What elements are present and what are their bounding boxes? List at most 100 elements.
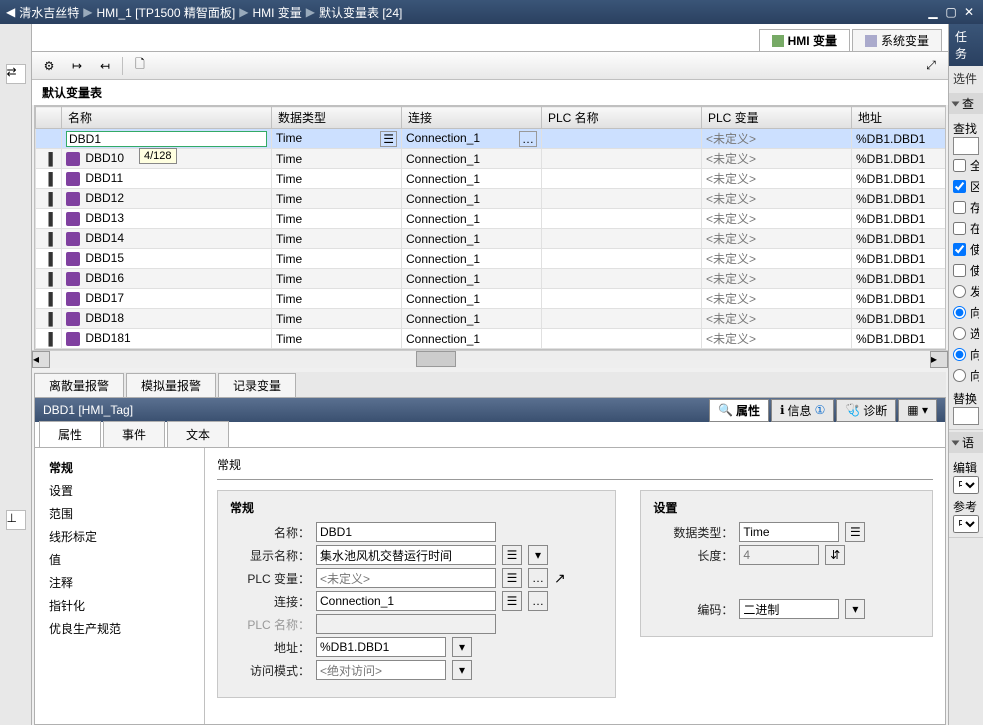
cell-conn[interactable]: Connection_1 … xyxy=(402,129,542,149)
lang-section-head[interactable]: 语 xyxy=(949,432,983,453)
cell-conn[interactable]: Connection_1 xyxy=(402,269,542,289)
cell-plcvar[interactable]: <未定义> xyxy=(702,249,852,269)
dropdown-icon[interactable]: ☰ xyxy=(845,522,865,542)
close-icon[interactable]: ✕ xyxy=(961,4,977,20)
dropdown-icon[interactable]: ☰ xyxy=(380,131,397,147)
cell-name[interactable]: DBD14 xyxy=(62,229,272,249)
cell-dtype[interactable]: Time xyxy=(272,189,402,209)
cell-conn[interactable]: Connection_1 xyxy=(402,149,542,169)
radio-5[interactable]: 向 xyxy=(953,365,979,386)
nav-linear[interactable]: 线形标定 xyxy=(39,525,200,548)
crumb-1[interactable]: HMI_1 [TP1500 精智面板] xyxy=(96,4,235,21)
link-arrow-icon[interactable]: ↗ xyxy=(554,570,566,587)
replace-input[interactable] xyxy=(953,407,979,425)
opt-c[interactable]: 存 xyxy=(953,197,979,218)
gutter-button-2[interactable]: ⊥ xyxy=(6,510,26,530)
cell-addr[interactable]: %DB1.DBD1 xyxy=(852,329,947,349)
input-connection[interactable] xyxy=(316,591,496,611)
nav-gmp[interactable]: 优良生产规范 xyxy=(39,617,200,640)
dropdown-icon[interactable]: ☰ xyxy=(502,568,522,588)
col-plcvar[interactable]: PLC 变量 xyxy=(702,107,852,129)
cell-plcvar[interactable]: <未定义> xyxy=(702,209,852,229)
cell-plcname[interactable] xyxy=(542,209,702,229)
tab-analog-alarm[interactable]: 模拟量报警 xyxy=(126,373,216,397)
cell-addr[interactable]: %DB1.DBD1 xyxy=(852,189,947,209)
cell-plcname[interactable] xyxy=(542,229,702,249)
nav-pointer[interactable]: 指针化 xyxy=(39,594,200,617)
ref-lang-select[interactable]: 中文 xyxy=(953,515,979,533)
cell-dtype[interactable]: Time xyxy=(272,149,402,169)
scroll-thumb[interactable] xyxy=(416,351,456,367)
property-nav[interactable]: 常规 设置 范围 线形标定 值 注释 指针化 优良生产规范 xyxy=(35,448,205,724)
cell-conn[interactable]: Connection_1 xyxy=(402,229,542,249)
cell-conn[interactable]: Connection_1 xyxy=(402,309,542,329)
cell-plcvar[interactable]: <未定义> xyxy=(702,149,852,169)
radio-2[interactable]: 向 xyxy=(953,302,979,323)
maximize-icon[interactable]: ▢ xyxy=(943,4,959,20)
cell-conn[interactable]: Connection_1 xyxy=(402,289,542,309)
input-accessmode[interactable] xyxy=(316,660,446,680)
chevron-down-icon[interactable]: ▾ xyxy=(528,545,548,565)
crumb-3[interactable]: 默认变量表 [24] xyxy=(319,4,402,21)
cell-dtype[interactable]: Time xyxy=(272,329,402,349)
dropdown-icon[interactable]: ☰ xyxy=(502,545,522,565)
cell-plcname[interactable] xyxy=(542,269,702,289)
cell-addr[interactable]: %DB1.DBD1 xyxy=(852,249,947,269)
row-marker[interactable]: ▐ xyxy=(36,329,62,349)
col-dtype[interactable]: 数据类型 xyxy=(272,107,402,129)
opt-f[interactable]: 使 xyxy=(953,260,979,281)
browse-icon[interactable]: … xyxy=(528,591,548,611)
cell-addr[interactable]: %DB1.DBD1 xyxy=(852,269,947,289)
row-marker[interactable]: ▐ xyxy=(36,309,62,329)
col-marker[interactable] xyxy=(36,107,62,129)
tab-log-var[interactable]: 记录变量 xyxy=(218,373,296,397)
cell-addr[interactable]: %DB1.DBD1 xyxy=(852,129,947,149)
cell-conn[interactable]: Connection_1 xyxy=(402,329,542,349)
cell-name[interactable]: DBD17 xyxy=(62,289,272,309)
row-marker[interactable]: ▐ xyxy=(36,289,62,309)
tab-sys-vars[interactable]: 系统变量 xyxy=(852,29,942,51)
table-row[interactable]: ▐ DBD11 Time Connection_1 <未定义> %DB1.DBD… xyxy=(36,169,947,189)
inspector-tab-diag[interactable]: 🩺诊断 xyxy=(836,399,896,422)
table-hscroll[interactable]: ◂▸ xyxy=(32,350,948,368)
cell-plcname[interactable] xyxy=(542,309,702,329)
row-marker[interactable]: ▐ xyxy=(36,169,62,189)
subtab-events[interactable]: 事件 xyxy=(103,421,165,447)
minimize-icon[interactable]: ▁ xyxy=(925,4,941,20)
row-marker[interactable]: ▐ xyxy=(36,229,62,249)
input-datatype[interactable] xyxy=(739,522,839,542)
input-displayname[interactable] xyxy=(316,545,496,565)
chevron-down-icon[interactable]: ▾ xyxy=(452,637,472,657)
cell-plcname[interactable] xyxy=(542,129,702,149)
cell-dtype[interactable]: Time xyxy=(272,309,402,329)
inspector-tab-properties[interactable]: 🔍属性 xyxy=(709,399,769,422)
toolbar-btn-1[interactable]: ⚙ xyxy=(38,55,60,77)
cell-dtype[interactable]: Time xyxy=(272,269,402,289)
row-marker[interactable]: ▐ xyxy=(36,249,62,269)
cell-plcvar[interactable]: <未定义> xyxy=(702,269,852,289)
cell-plcvar[interactable]: <未定义> xyxy=(702,189,852,209)
cell-name[interactable]: DBD12 xyxy=(62,189,272,209)
cell-plcvar[interactable]: <未定义> xyxy=(702,289,852,309)
cell-plcvar[interactable]: <未定义> xyxy=(702,329,852,349)
chevron-down-icon[interactable]: ▾ xyxy=(452,660,472,680)
table-row[interactable]: ▐ DBD181 Time Connection_1 <未定义> %DB1.DB… xyxy=(36,329,947,349)
name-edit-input[interactable] xyxy=(66,131,267,147)
cell-dtype[interactable]: Time xyxy=(272,229,402,249)
table-row[interactable]: ▐ DBD16 Time Connection_1 <未定义> %DB1.DBD… xyxy=(36,269,947,289)
row-marker[interactable]: ▐ xyxy=(36,269,62,289)
nav-comment[interactable]: 注释 xyxy=(39,571,200,594)
cell-dtype[interactable]: Time xyxy=(272,249,402,269)
opt-a[interactable]: 全 xyxy=(953,155,979,176)
inspector-layout-btn[interactable]: ▦ ▾ xyxy=(898,399,937,422)
cell-dtype[interactable]: Time ☰ xyxy=(272,129,402,149)
table-row[interactable]: Time ☰ Connection_1 … <未定义> %DB1.DBD1 xyxy=(36,129,947,149)
nav-range[interactable]: 范围 xyxy=(39,502,200,525)
subtab-texts[interactable]: 文本 xyxy=(167,421,229,447)
cell-addr[interactable]: %DB1.DBD1 xyxy=(852,289,947,309)
table-row[interactable]: ▐ DBD15 Time Connection_1 <未定义> %DB1.DBD… xyxy=(36,249,947,269)
dropdown-icon[interactable]: ☰ xyxy=(502,591,522,611)
cell-name[interactable]: DBD11 xyxy=(62,169,272,189)
cell-name[interactable]: DBD16 xyxy=(62,269,272,289)
cell-name[interactable]: DBD15 xyxy=(62,249,272,269)
